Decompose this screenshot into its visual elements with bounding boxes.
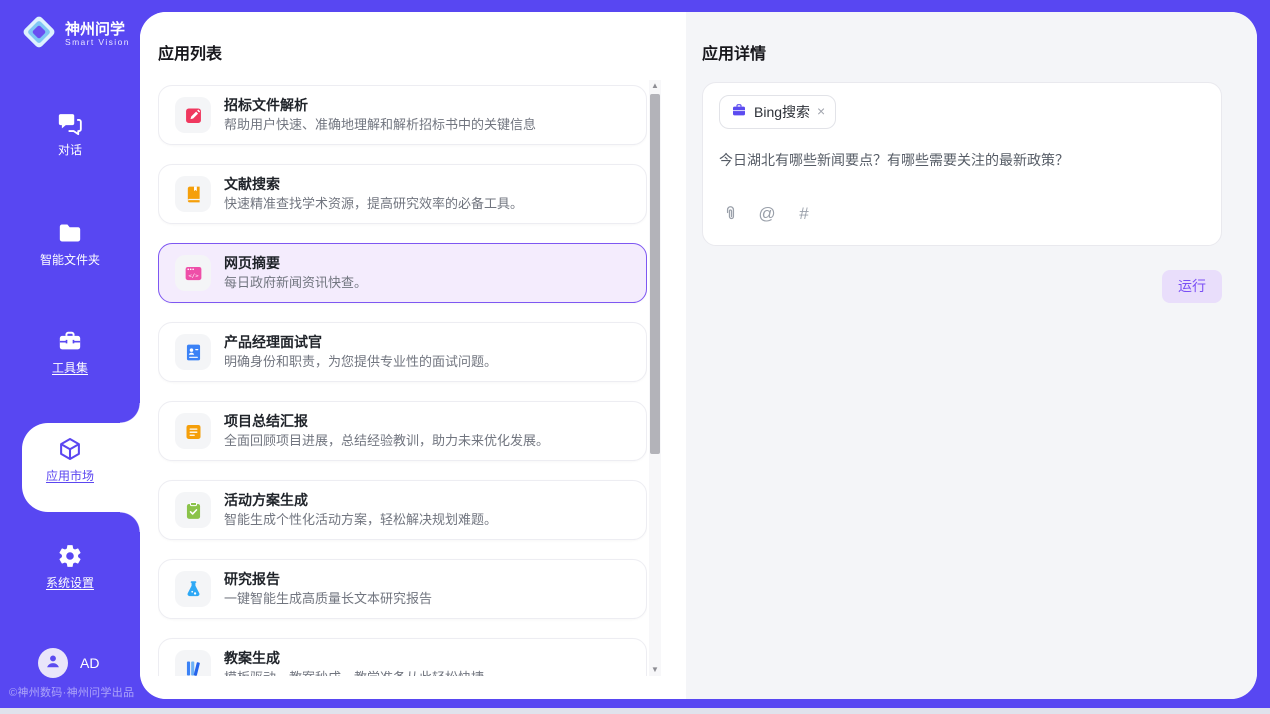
sidebar-item-app-market[interactable]: 应用市场 [0, 436, 140, 484]
user-label: AD [80, 655, 99, 671]
app-list: 招标文件解析 帮助用户快速、准确地理解和解析招标书中的关键信息 文献搜索 快速精… [158, 85, 647, 676]
scrollbar-thumb[interactable] [650, 94, 660, 454]
clipboard-check-icon [175, 492, 211, 528]
composer-toolbar: @ # [720, 203, 814, 223]
run-button[interactable]: 运行 [1162, 270, 1222, 303]
tool-chip-bing-search[interactable]: Bing搜索 × [719, 95, 836, 129]
composer-card: Bing搜索 × 今日湖北有哪些新闻要点？有哪些需要关注的最新政策？ @ # [702, 82, 1222, 246]
sidebar: 神州问学 Smart Vision 对话 智能文件夹 工具集 应用市场 系统设置… [0, 0, 140, 714]
app-card-description: 模板驱动，教案秒成，教学准备从此轻松快捷 [224, 670, 484, 676]
app-card-title: 教案生成 [224, 650, 484, 667]
app-subtitle: Smart Vision [65, 38, 130, 48]
logo-diamond-icon [20, 13, 58, 56]
app-card-description: 一键智能生成高质量长文本研究报告 [224, 591, 432, 607]
sidebar-item-label: 智能文件夹 [0, 251, 140, 268]
gear-icon [57, 543, 83, 569]
app-card-description: 帮助用户快速、准确地理解和解析招标书中的关键信息 [224, 117, 536, 133]
cube-icon [57, 436, 83, 462]
app-card-research-report[interactable]: 研究报告 一键智能生成高质量长文本研究报告 [158, 559, 647, 619]
main-content: 应用列表 招标文件解析 帮助用户快速、准确地理解和解析招标书中的关键信息 文献搜… [140, 12, 1257, 699]
app-detail-panel: 应用详情 Bing搜索 × 今日湖北有哪些新闻要点？有哪些需要关注的最新政策？ … [686, 12, 1257, 699]
sidebar-item-label: 对话 [0, 141, 140, 158]
app-card-event-plan[interactable]: 活动方案生成 智能生成个性化活动方案，轻松解决规划难题。 [158, 480, 647, 540]
user-icon [44, 652, 62, 675]
window-bottom-edge [0, 708, 1270, 714]
app-card-title: 活动方案生成 [224, 492, 497, 509]
app-card-description: 全面回顾项目进展，总结经验教训，助力未来优化发展。 [224, 433, 549, 449]
list-scrollbar[interactable]: ▲ ▼ [649, 80, 661, 676]
active-nav-bubble-curve [120, 512, 140, 532]
app-card-description: 智能生成个性化活动方案，轻松解决规划难题。 [224, 512, 497, 528]
folder-icon [57, 220, 83, 246]
hash-icon[interactable]: # [794, 203, 814, 223]
chat-icon [57, 110, 83, 136]
sidebar-item-smart-folder[interactable]: 智能文件夹 [0, 220, 140, 268]
scroll-up-icon[interactable]: ▲ [649, 80, 661, 92]
book-icon [175, 176, 211, 212]
app-card-bid-analysis[interactable]: 招标文件解析 帮助用户快速、准确地理解和解析招标书中的关键信息 [158, 85, 647, 145]
app-card-project-summary[interactable]: 项目总结汇报 全面回顾项目进展，总结经验教训，助力未来优化发展。 [158, 401, 647, 461]
app-card-web-summary-selected[interactable]: </> 网页摘要 每日政府新闻资讯快查。 [158, 243, 647, 303]
app-card-title: 招标文件解析 [224, 97, 536, 114]
books-icon [175, 650, 211, 676]
app-list-title: 应用列表 [158, 40, 222, 64]
svg-text:</>: </> [188, 273, 199, 279]
sidebar-item-chat[interactable]: 对话 [0, 110, 140, 158]
app-title: 神州问学 [65, 21, 130, 38]
app-card-literature-search[interactable]: 文献搜索 快速精准查找学术资源，提高研究效率的必备工具。 [158, 164, 647, 224]
app-card-description: 每日政府新闻资讯快查。 [224, 275, 367, 291]
browser-code-icon: </> [175, 255, 211, 291]
sidebar-item-label: 应用市场 [0, 467, 140, 484]
avatar [38, 648, 68, 678]
edit-document-icon [175, 97, 211, 133]
app-card-title: 项目总结汇报 [224, 413, 549, 430]
resume-icon [175, 334, 211, 370]
flask-icon [175, 571, 211, 607]
sidebar-item-system-settings[interactable]: 系统设置 [0, 543, 140, 591]
app-card-pm-interviewer[interactable]: 产品经理面试官 明确身份和职责，为您提供专业性的面试问题。 [158, 322, 647, 382]
app-card-lesson-plan[interactable]: 教案生成 模板驱动，教案秒成，教学准备从此轻松快捷 [158, 638, 647, 676]
app-logo: 神州问学 Smart Vision [20, 13, 130, 56]
sidebar-item-label: 系统设置 [0, 574, 140, 591]
app-card-title: 产品经理面试官 [224, 334, 497, 351]
app-card-description: 明确身份和职责，为您提供专业性的面试问题。 [224, 354, 497, 370]
toolbox-icon [57, 328, 83, 354]
scroll-down-icon[interactable]: ▼ [649, 664, 661, 676]
sidebar-item-label: 工具集 [0, 359, 140, 376]
briefcase-icon [731, 102, 747, 123]
attachment-icon[interactable] [720, 203, 740, 223]
app-card-title: 研究报告 [224, 571, 432, 588]
close-icon[interactable]: × [817, 103, 825, 121]
app-list-panel: 应用列表 招标文件解析 帮助用户快速、准确地理解和解析招标书中的关键信息 文献搜… [140, 12, 686, 699]
app-detail-title: 应用详情 [702, 40, 766, 64]
run-row: 运行 [702, 270, 1222, 303]
calendar-icon [175, 413, 211, 449]
mention-icon[interactable]: @ [757, 203, 777, 223]
user-account[interactable]: AD [38, 648, 99, 678]
app-card-description: 快速精准查找学术资源，提高研究效率的必备工具。 [224, 196, 523, 212]
query-input[interactable]: 今日湖北有哪些新闻要点？有哪些需要关注的最新政策？ [719, 151, 1205, 171]
app-card-title: 网页摘要 [224, 255, 367, 272]
sidebar-item-toolset[interactable]: 工具集 [0, 328, 140, 376]
active-nav-bubble-curve [120, 403, 140, 423]
copyright-footer: ©神州数码·神州问学出品 [9, 684, 140, 700]
tool-chip-label: Bing搜索 [754, 102, 810, 122]
app-card-title: 文献搜索 [224, 176, 523, 193]
